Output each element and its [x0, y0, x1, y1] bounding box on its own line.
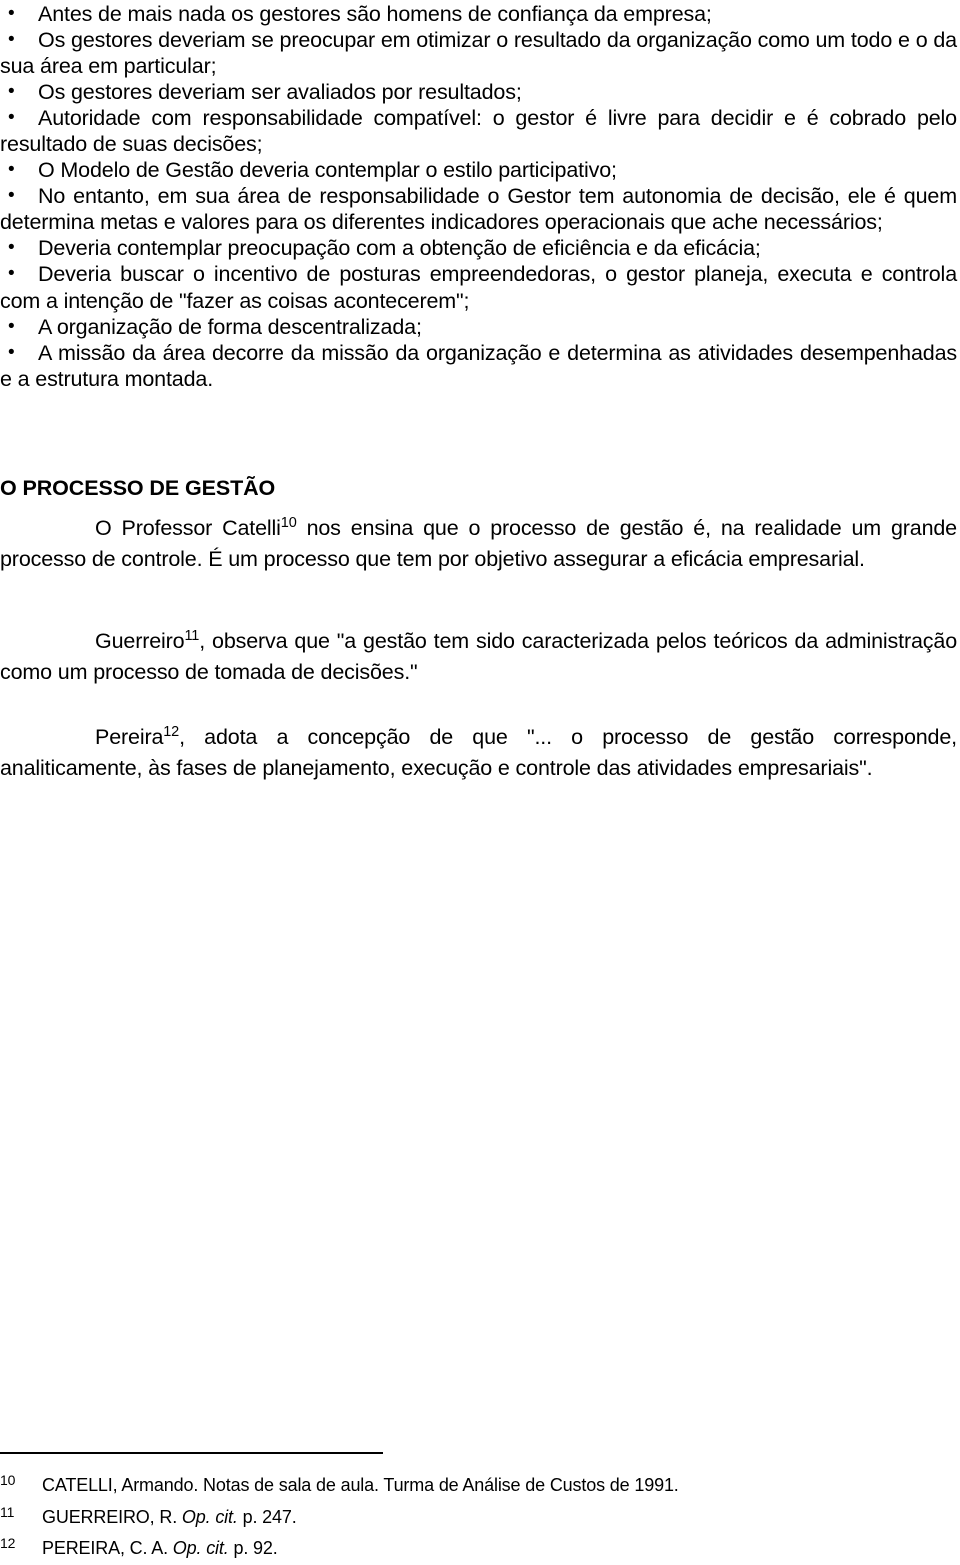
list-item: • Autoridade com responsabilidade compatí… [0, 105, 957, 157]
footnote-entry: 12 PEREIRA, C. A. Op. cit. p. 92. [0, 1535, 278, 1558]
footnote-separator [0, 1452, 383, 1454]
list-item-text: A organização de forma descentralizada; [38, 314, 422, 339]
list-item: • Os gestores deveriam ser avaliados por … [0, 79, 957, 105]
list-item: • A organização de forma descentralizada; [0, 314, 957, 340]
footnote-text-post: p. 92. [228, 1538, 278, 1558]
footnote-text-post: p. 247. [237, 1506, 297, 1527]
list-item-text: Os gestores deveriam se preocupar em oti… [0, 28, 957, 79]
document-page: • Antes de mais nada os gestores são home… [0, 0, 960, 1565]
bullet-point-icon: • [8, 81, 15, 103]
footnote-entry: 11 GUERREIRO, R. Op. cit. p. 247. [0, 1503, 297, 1527]
footnote-text: PEREIRA, C. A. [42, 1538, 173, 1558]
footnote-text: GUERREIRO, R. [42, 1506, 182, 1527]
list-item: • A missão da área decorre da missão da o… [0, 340, 957, 392]
list-item: • Deveria buscar o incentivo de posturas … [0, 261, 957, 313]
footnote-text-italic: Op. cit. [172, 1538, 229, 1558]
list-item-text: No entanto, em sua área de responsabilid… [0, 184, 957, 235]
bullet-point-icon: • [8, 237, 15, 259]
paragraph-pereira: Pereira12, adota a concepção de que "...… [0, 722, 957, 783]
bullet-list: • Antes de mais nada os gestores são home… [0, 1, 957, 392]
bullet-point-icon: • [8, 29, 15, 51]
paragraph-text-before: Guerreiro [95, 629, 185, 653]
footnote-text-italic: Op. cit. [181, 1506, 238, 1527]
footnote-ref-11[interactable]: 11 [184, 628, 199, 644]
list-item-text: Deveria buscar o incentivo de posturas e… [0, 262, 957, 313]
section-heading: O PROCESSO DE GESTÃO [0, 475, 276, 500]
paragraph-text-before: Pereira [95, 725, 164, 749]
list-item: • Deveria contemplar preocupação com a ob… [0, 235, 957, 261]
bullet-point-icon: • [8, 263, 15, 285]
bullet-point-icon: • [8, 341, 15, 363]
list-item-text: Autoridade com responsabilidade compatív… [0, 106, 957, 157]
list-item-text: Antes de mais nada os gestores são homen… [38, 2, 712, 26]
footnote-ref-10[interactable]: 10 [281, 515, 297, 531]
list-item: • Os gestores deveriam se preocupar em ot… [0, 27, 957, 79]
footnote-ref-12[interactable]: 12 [163, 724, 179, 740]
list-item-text: O Modelo de Gestão deveria contemplar o … [38, 158, 617, 183]
list-item: • No entanto, em sua área de responsabili… [0, 183, 957, 235]
list-item-text: Deveria contemplar preocupação com a obt… [38, 236, 761, 261]
bullet-point-icon: • [8, 3, 15, 24]
footnote-entry: 10 CATELLI, Armando. Notas de sala de aul… [0, 1472, 679, 1495]
paragraph-guerreiro: Guerreiro11, observa que "a gestão tem s… [0, 626, 957, 687]
bullet-point-icon: • [8, 315, 15, 337]
footnote-list: 10 CATELLI, Armando. Notas de sala de aul… [0, 1470, 957, 1565]
list-item: • O Modelo de Gestão deveria contemplar o… [0, 157, 957, 183]
bullet-point-icon: • [8, 185, 15, 207]
bullet-point-icon: • [8, 107, 15, 129]
paragraph-text-before: O Professor Catelli [95, 516, 281, 540]
list-item-text: A missão da área decorre da missão da or… [0, 340, 957, 391]
list-item: • Antes de mais nada os gestores são home… [0, 1, 957, 27]
footnote-text: CATELLI, Armando. Notas de sala de aula.… [42, 1475, 679, 1495]
bullet-point-icon: • [8, 159, 15, 181]
paragraph-catelli: O Professor Catelli10 nos ensina que o p… [0, 513, 957, 574]
list-item-text: Os gestores deveriam ser avaliados por r… [38, 80, 522, 105]
